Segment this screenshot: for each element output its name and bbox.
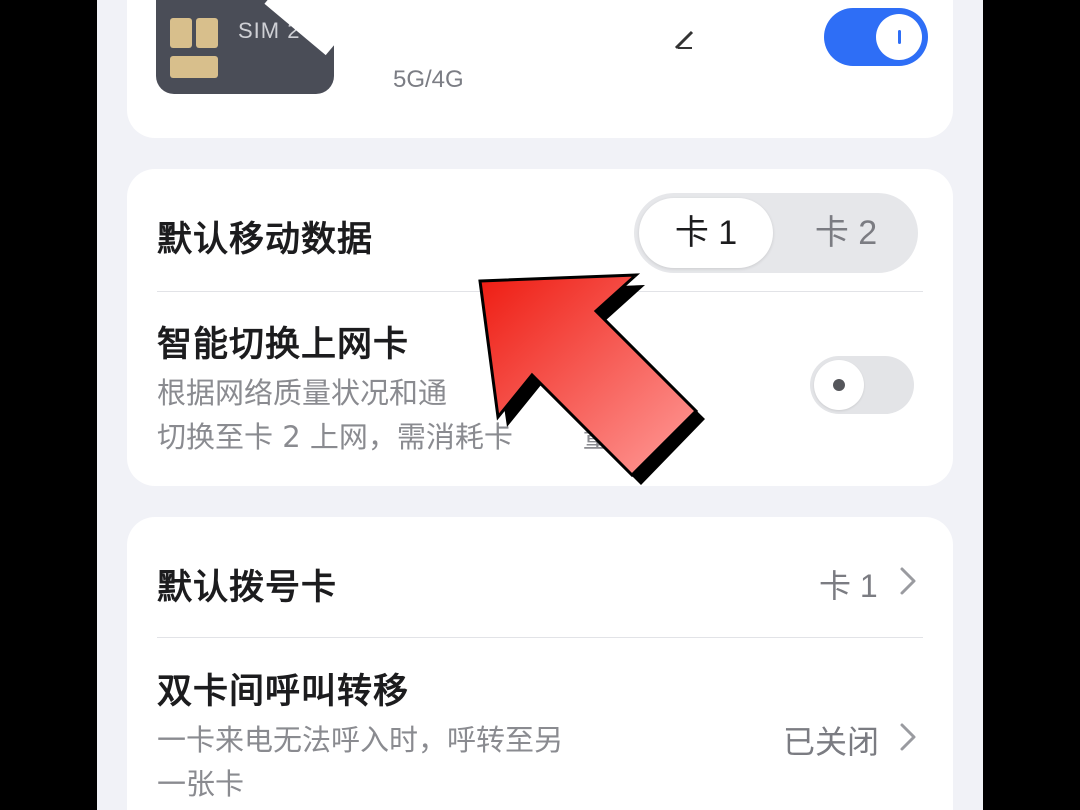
default-dial-row[interactable]: 默认拨号卡 卡 1: [127, 517, 953, 637]
default-data-selector: 卡 1 卡 2: [634, 193, 918, 273]
chevron-right-icon: [900, 567, 916, 595]
smart-switch-desc-line1: 根据网络质量状况和通: [157, 376, 448, 410]
default-dial-title: 默认拨号卡: [157, 568, 338, 608]
smart-switch-desc-line2: 切换至卡 2 上网，需消耗卡: [157, 420, 513, 454]
call-settings-panel: 默认拨号卡 卡 1 双卡间呼叫转移 一卡来电无法呼入时，呼转至另 一张卡 已关闭: [127, 517, 953, 810]
sim-card-panel: SIM 2 5G/4G: [127, 0, 953, 138]
sim-enable-toggle[interactable]: [824, 8, 928, 66]
smart-switch-title: 智能切换上网卡: [157, 325, 410, 365]
call-forward-description: 一卡来电无法呼入时，呼转至另 一张卡: [157, 718, 563, 806]
call-forward-title: 双卡间呼叫转移: [157, 672, 410, 712]
network-type: 5G/4G: [393, 66, 464, 93]
sim-card-icon: SIM 2: [156, 0, 334, 94]
call-forward-row[interactable]: 双卡间呼叫转移 一卡来电无法呼入时，呼转至另 一张卡 已关闭: [127, 638, 953, 810]
chevron-right-icon: [900, 723, 916, 751]
option-card-2[interactable]: 卡 2: [779, 198, 913, 268]
signal-icon: [674, 30, 694, 50]
call-forward-desc-line2: 一张卡: [157, 767, 245, 801]
option-card-1[interactable]: 卡 1: [639, 198, 773, 268]
default-data-title: 默认移动数据: [157, 220, 374, 260]
call-forward-value: 已关闭: [783, 724, 880, 760]
call-forward-desc-line1: 一卡来电无法呼入时，呼转至另: [157, 723, 564, 757]
red-arrow-overlay: [478, 273, 705, 485]
default-dial-value: 卡 1: [819, 568, 878, 604]
smart-switch-toggle[interactable]: [810, 356, 914, 414]
